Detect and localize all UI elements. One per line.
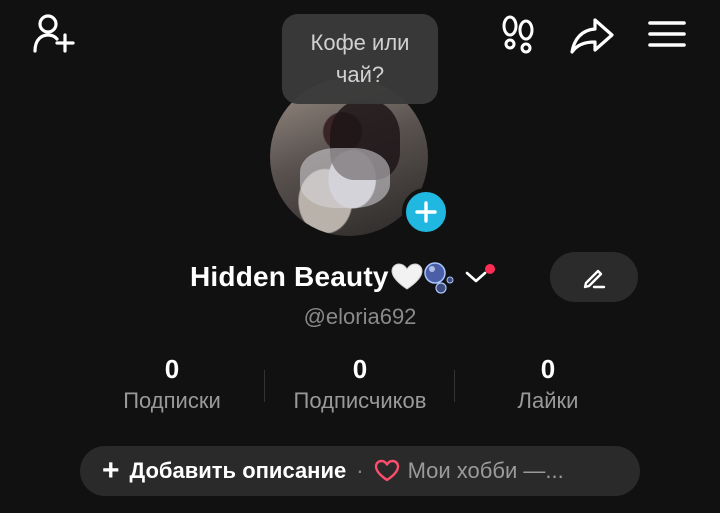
add-friend-button[interactable] [28,10,80,58]
heart-icon [374,459,400,483]
stat-value: 0 [164,354,180,384]
stat-label: Подписки [123,388,221,413]
white-heart-icon [391,263,423,290]
share-arrow-icon [570,18,614,54]
profile-stats: 0 Подписки 0 Подписчиков 0 Лайки [80,352,640,422]
notification-dot [484,264,495,274]
tooltip-text: Кофе или чай? [310,30,410,87]
hamburger-menu-icon [648,21,686,47]
display-name-row: Hidden Beauty [190,252,495,302]
separator: · [356,458,364,483]
chevron-down-icon [465,271,486,283]
stat-label: Подписчиков [293,388,427,413]
footprints-icon [502,15,534,54]
account-switch-dropdown[interactable] [461,262,495,292]
menu-button[interactable] [644,14,690,54]
stat-value: 0 [540,354,556,384]
person-add-icon [33,14,75,53]
pencil-icon [583,269,606,289]
bubbles-icon [423,262,454,294]
plus-icon: + [102,454,120,487]
profile-views-button[interactable] [496,12,540,56]
stat-following[interactable]: 0 Подписки [82,352,262,416]
divider [454,370,455,402]
stat-label: Лайки [517,388,579,413]
avatar-photo-detail [300,148,390,208]
stat-value: 0 [352,354,368,384]
question-tooltip[interactable]: Кофе или чай? [282,14,438,104]
name-emoji-icons [391,260,455,294]
stat-followers[interactable]: 0 Подписчиков [270,352,450,416]
username: @eloria692 [303,304,417,329]
hobby-prompt[interactable]: Мои хобби —... [408,458,564,484]
edit-profile-button[interactable] [550,252,638,302]
add-bio-label[interactable]: Добавить описание [130,458,347,484]
display-name: Hidden Beauty [190,261,389,292]
divider [264,370,265,402]
stat-likes[interactable]: 0 Лайки [458,352,638,416]
share-button[interactable] [566,12,618,58]
bio-bar[interactable]: + Добавить описание · Мои хобби —... [80,446,640,496]
plus-icon [415,201,437,223]
add-story-button[interactable] [402,188,450,236]
